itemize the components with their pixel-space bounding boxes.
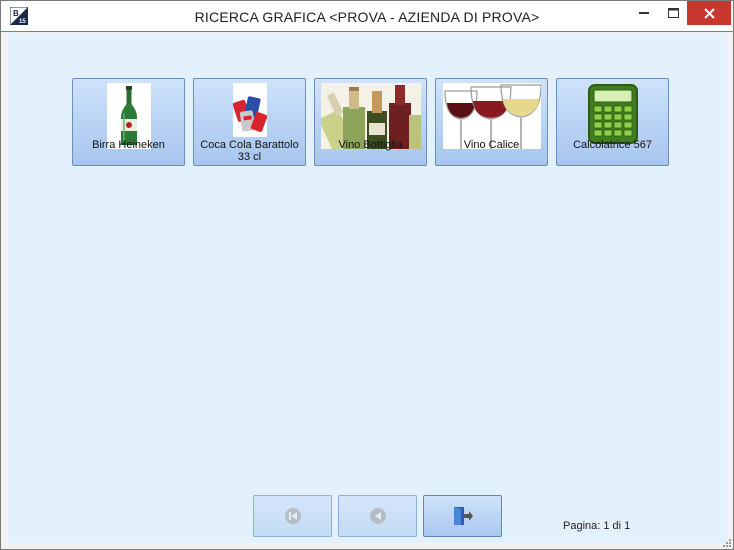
- product-tile-coca-cola[interactable]: Coca Cola Barattolo 33 cl: [193, 78, 306, 166]
- resize-grip-icon[interactable]: [722, 538, 732, 548]
- maximize-button[interactable]: [658, 1, 688, 25]
- tile-label: Birra Heineken: [92, 139, 165, 151]
- tile-label: Vino Calice: [463, 139, 520, 151]
- product-tile-vino-calice[interactable]: Vino Calice: [435, 78, 548, 166]
- window-title: RICERCA GRAFICA <PROVA - AZIENDA DI PROV…: [194, 9, 540, 25]
- exit-button[interactable]: [423, 495, 502, 537]
- close-button[interactable]: [687, 1, 731, 25]
- previous-page-button[interactable]: [338, 495, 417, 537]
- main-panel: Birra Heineken Coca Cola Barattolo 33 cl: [8, 33, 727, 543]
- cola-cans-icon: [232, 83, 267, 137]
- product-tile-calcolatrice[interactable]: Calcolatrice 567: [556, 78, 669, 166]
- skip-to-first-icon: [284, 508, 301, 524]
- first-page-button[interactable]: [253, 495, 332, 537]
- page-indicator: Pagina: 1 di 1: [563, 520, 631, 532]
- tile-label: Calcolatrice 567: [573, 139, 652, 151]
- window: B 15 RICERCA GRAFICA <PROVA - AZIENDA DI…: [0, 0, 734, 550]
- minimize-button[interactable]: [629, 1, 659, 25]
- maximize-icon: [667, 8, 679, 18]
- minimize-icon: [639, 12, 649, 14]
- tile-label: Vino Bottiglia: [338, 139, 403, 151]
- previous-icon: [369, 508, 386, 524]
- product-tile-birra-heineken[interactable]: Birra Heineken: [72, 78, 185, 166]
- product-tile-vino-bottiglia[interactable]: Vino Bottiglia: [314, 78, 427, 166]
- calculator-icon: [587, 84, 638, 144]
- exit-door-icon: [453, 507, 473, 525]
- tile-label: Coca Cola Barattolo 33 cl: [200, 139, 299, 163]
- close-icon: [703, 7, 715, 19]
- title-bar[interactable]: B 15 RICERCA GRAFICA <PROVA - AZIENDA DI…: [1, 1, 733, 32]
